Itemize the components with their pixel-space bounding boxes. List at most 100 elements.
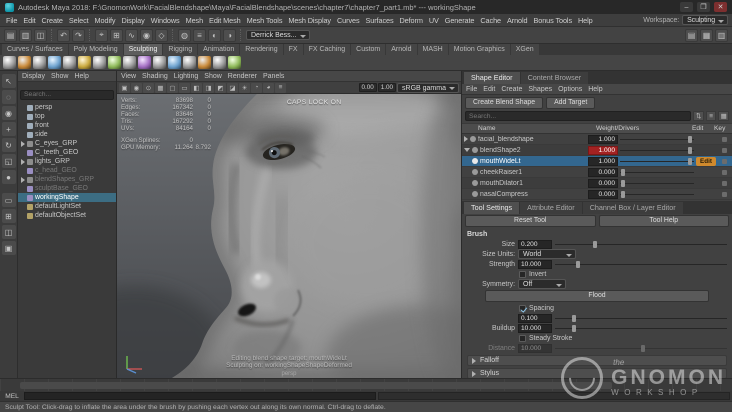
se-menu-options[interactable]: Options — [558, 86, 582, 93]
time-slider[interactable] — [0, 378, 732, 391]
spray-brush-icon[interactable] — [108, 56, 121, 69]
attribute-editor-toggle-icon[interactable]: ▤ — [685, 28, 698, 42]
menu-mesh[interactable]: Mesh — [183, 16, 206, 25]
target-row-nasalcompress[interactable]: nasalCompress 0.000 — [462, 189, 732, 200]
spacing-checkbox[interactable] — [519, 304, 526, 312]
viewport-menu-show[interactable]: Show — [204, 73, 222, 80]
preset-selector[interactable]: Derrick Bess... — [246, 30, 310, 40]
workspace-selector[interactable]: Sculpting — [682, 15, 728, 25]
command-mode-selector[interactable]: MEL — [2, 393, 22, 400]
new-scene-icon[interactable]: ▤ — [4, 28, 17, 42]
outliner-item-eyes-grp[interactable]: C_eyes_GRP — [18, 139, 116, 148]
weight-slider[interactable] — [620, 168, 694, 177]
move-tool-icon[interactable]: + — [1, 122, 16, 136]
paint-select-tool-icon[interactable]: ◉ — [1, 106, 16, 120]
key-cell[interactable] — [718, 158, 730, 164]
menu-curves[interactable]: Curves — [334, 16, 363, 25]
tool-settings-toggle-icon[interactable]: ▦ — [700, 28, 713, 42]
flood-button[interactable]: Flood — [485, 290, 709, 302]
menu-edit-mesh[interactable]: Edit Mesh — [206, 16, 244, 25]
shelf-tab-curves-surfaces[interactable]: Curves / Surfaces — [2, 44, 68, 55]
sculpt-brush-icon[interactable] — [3, 56, 16, 69]
command-input[interactable] — [24, 392, 376, 400]
size-slider[interactable] — [555, 240, 727, 249]
weight-value[interactable]: 1.000 — [588, 134, 618, 144]
layout-two-pane-icon[interactable]: ◫ — [1, 225, 16, 239]
strength-slider[interactable] — [555, 260, 727, 269]
invert-checkbox[interactable] — [519, 270, 526, 278]
textured-icon[interactable]: ◩ — [215, 82, 226, 93]
select-tool-icon[interactable]: ↖ — [1, 74, 16, 88]
se-menu-create[interactable]: Create — [501, 86, 522, 93]
viewport-menu-shading[interactable]: Shading — [142, 73, 168, 80]
target-row-mouthdilator1[interactable]: mouthDilator1 0.000 — [462, 178, 732, 189]
rotate-tool-icon[interactable]: ↻ — [1, 138, 16, 152]
outliner-item-head-geo[interactable]: c_head_GEO — [18, 166, 116, 175]
weight-value[interactable]: 1.000 — [588, 145, 618, 155]
outliner-item-defaultobjectset[interactable]: defaultObjectSet — [18, 211, 116, 220]
outliner-item-top[interactable]: top — [18, 112, 116, 121]
undo-icon[interactable]: ↶ — [57, 28, 70, 42]
buildup-slider[interactable] — [555, 324, 727, 333]
select-camera-icon[interactable]: ▣ — [119, 82, 130, 93]
viewport-menu-lighting[interactable]: Lighting — [174, 73, 199, 80]
foamy-brush-icon[interactable] — [93, 56, 106, 69]
wireframe-icon[interactable]: ◧ — [191, 82, 202, 93]
weight-value[interactable]: 0.000 — [588, 167, 618, 177]
menu-mesh-tools[interactable]: Mesh Tools — [244, 16, 286, 25]
wax-brush-icon[interactable] — [153, 56, 166, 69]
shelf-tab-motion-graphics[interactable]: Motion Graphics — [448, 44, 510, 55]
grid-icon[interactable]: ▦ — [155, 82, 166, 93]
outliner-item-side[interactable]: side — [18, 130, 116, 139]
outliner-item-persp[interactable]: persp — [18, 103, 116, 112]
knife-brush-icon[interactable] — [198, 56, 211, 69]
scrape-brush-icon[interactable] — [168, 56, 181, 69]
smooth-brush-icon[interactable] — [18, 56, 31, 69]
strength-field[interactable]: 10.000 — [518, 259, 552, 269]
camera-attributes-icon[interactable]: ⊙ — [143, 82, 154, 93]
stylus-section[interactable]: Stylus — [467, 368, 727, 378]
key-cell[interactable] — [718, 136, 730, 142]
snap-curve-icon[interactable]: ∿ — [125, 28, 138, 42]
outliner-item-sculptbase-geo[interactable]: sculptBase_GEO — [18, 184, 116, 193]
viewport-menu-view[interactable]: View — [121, 73, 136, 80]
bulge-brush-icon[interactable] — [228, 56, 241, 69]
layout-four-pane-icon[interactable]: ⊞ — [1, 209, 16, 223]
menu-modify[interactable]: Modify — [92, 16, 119, 25]
shadows-icon[interactable]: ☀ — [239, 82, 250, 93]
menu-help[interactable]: Help — [575, 16, 596, 25]
se-menu-file[interactable]: File — [466, 86, 477, 93]
snap-plane-icon[interactable]: ◇ — [155, 28, 168, 42]
shelf-tab-fx-caching[interactable]: FX Caching — [303, 44, 351, 55]
snap-vertex-icon[interactable]: ◉ — [140, 28, 153, 42]
outliner-item-blendshapes-grp[interactable]: blendShapes_GRP — [18, 175, 116, 184]
shelf-tab-fx[interactable]: FX — [283, 44, 303, 55]
tab-content-browser[interactable]: Content Browser — [520, 72, 589, 84]
make-live-icon[interactable]: ◍ — [178, 28, 191, 42]
shelf-tab-arnold[interactable]: Arnold — [386, 44, 417, 55]
outliner-item-defaultlightset[interactable]: defaultLightSet — [18, 202, 116, 211]
menu-display[interactable]: Display — [118, 16, 147, 25]
size-field[interactable]: 0.200 — [518, 239, 552, 249]
viewport-menu-panels[interactable]: Panels — [263, 73, 284, 80]
expand-arrow-icon[interactable] — [21, 140, 25, 147]
se-menu-edit[interactable]: Edit — [483, 86, 495, 93]
menu-arnold[interactable]: Arnold — [504, 16, 531, 25]
tab-tool-settings[interactable]: Tool Settings — [464, 202, 520, 214]
shelf-tab-poly-modeling[interactable]: Poly Modeling — [68, 44, 123, 55]
anti-aliasing-icon[interactable]: ◕ — [263, 82, 274, 93]
gamma-value[interactable]: 1.00 — [377, 83, 397, 92]
spacing-slider[interactable] — [555, 314, 727, 323]
menu-create[interactable]: Create — [39, 16, 66, 25]
snap-point-icon[interactable]: ⌖ — [95, 28, 108, 42]
add-target-button[interactable]: Add Target — [546, 96, 596, 109]
key-cell[interactable] — [718, 191, 730, 197]
blendshape-row-blendshape2[interactable]: blendShape2 1.000 — [462, 145, 732, 156]
layout-single-pane-icon[interactable]: ▭ — [1, 193, 16, 207]
menu-edit[interactable]: Edit — [20, 16, 38, 25]
collapse-arrow-icon[interactable] — [464, 148, 470, 152]
redo-icon[interactable]: ↷ — [72, 28, 85, 42]
weight-slider[interactable] — [620, 190, 694, 199]
se-menu-shapes[interactable]: Shapes — [528, 86, 552, 93]
scale-tool-icon[interactable]: ◱ — [1, 154, 16, 168]
